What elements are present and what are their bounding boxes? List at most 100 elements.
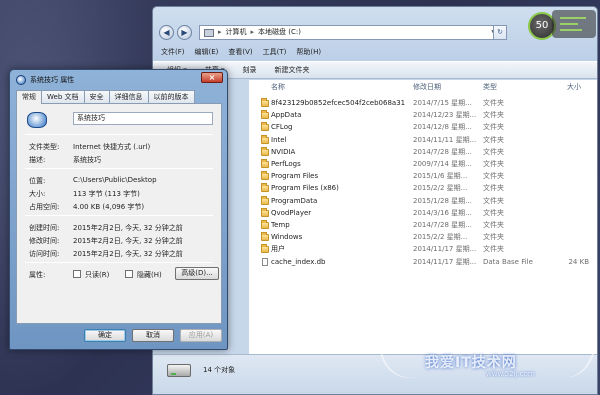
row-name: QvodPlayer (271, 208, 312, 217)
column-header-name[interactable]: 名称 (271, 82, 285, 94)
column-header-type[interactable]: 类型 (483, 82, 497, 94)
folder-row[interactable]: Intel 2014/11/11 星期... 文件夹 (249, 134, 597, 146)
folder-icon (261, 134, 269, 144)
row-name: NVIDIA (271, 147, 296, 156)
cancel-button[interactable]: 取消 (132, 329, 174, 342)
created-value: 2015年2月2日, 今天, 32 分钟之前 (73, 224, 183, 232)
folder-row[interactable]: NVIDIA 2014/7/28 星期... 文件夹 (249, 146, 597, 158)
folder-icon (261, 122, 269, 132)
size-on-disk-label: 占用空间: (29, 203, 60, 211)
row-date: 2014/11/11 星期... (413, 135, 477, 144)
internet-shortcut-icon (27, 112, 47, 128)
row-date: 2014/12/8 星期... (413, 123, 472, 132)
description-value: 系统技巧 (73, 156, 101, 164)
row-type: 文件夹 (483, 196, 504, 205)
file-type-value: Internet 快捷方式 (.url) (73, 143, 151, 151)
row-name: cache_index.db (271, 257, 326, 266)
close-button[interactable]: × (201, 72, 223, 83)
readonly-label[interactable]: 只读(R) (85, 270, 109, 280)
row-name: Intel (271, 135, 287, 144)
row-type: 文件夹 (483, 123, 504, 132)
folder-row[interactable]: PerfLogs 2009/7/14 星期... 文件夹 (249, 158, 597, 170)
refresh-button[interactable]: ↻ (493, 25, 507, 40)
accessed-value: 2015年2月2日, 今天, 32 分钟之前 (73, 250, 183, 258)
menu-view[interactable]: 查看(V) (228, 45, 252, 59)
tab-security[interactable]: 安全 (83, 90, 110, 103)
dialog-tabs: 常规 Web 文档 安全 详细信息 以前的版本 (16, 90, 195, 104)
row-name: Program Files (x86) (271, 184, 339, 193)
tab-web-document[interactable]: Web 文档 (41, 90, 85, 103)
row-type: 文件夹 (483, 135, 504, 144)
modified-value: 2015年2月2日, 今天, 32 分钟之前 (73, 237, 183, 245)
computer-icon (204, 28, 214, 37)
watermark-text: 我爱IT技术网 (425, 355, 517, 371)
row-date: 2015/2/2 星期... (413, 233, 468, 242)
menu-edit[interactable]: 编辑(E) (195, 45, 219, 59)
folder-row[interactable]: Windows 2015/2/2 星期... 文件夹 (249, 231, 597, 243)
menu-file[interactable]: 文件(F) (161, 45, 185, 59)
gauge-line-icon (560, 23, 578, 25)
row-type: 文件夹 (483, 208, 504, 217)
folder-row[interactable]: CFLog 2014/12/8 星期... 文件夹 (249, 121, 597, 133)
tab-previous-versions[interactable]: 以前的版本 (147, 90, 195, 103)
row-type: 文件夹 (483, 111, 504, 120)
row-type: 文件夹 (483, 160, 504, 168)
row-date: 2015/2/2 星期... (413, 184, 468, 193)
breadcrumb-drive[interactable]: 本地磁盘 (C:) (258, 26, 301, 39)
burn-button[interactable]: 刻录 (243, 65, 257, 75)
modified-label: 修改时间: (29, 237, 60, 245)
general-panel: 系统技巧 文件类型: Internet 快捷方式 (.url) 描述: 系统技巧… (16, 103, 222, 324)
apply-button[interactable]: 应用(A) (180, 329, 222, 342)
row-type: 文件夹 (483, 172, 504, 181)
forward-button[interactable]: ▶ (177, 25, 192, 40)
folder-row[interactable]: AppData 2014/12/23 星期... 文件夹 (249, 109, 597, 121)
breadcrumb-separator-icon: ▸ (218, 28, 222, 36)
tab-general[interactable]: 常规 (16, 90, 42, 104)
row-name: 用户 (271, 245, 285, 254)
description-label: 描述: (29, 156, 46, 164)
row-date: 2014/12/23 星期... (413, 111, 477, 120)
folder-row[interactable]: Temp 2014/7/28 星期... 文件夹 (249, 219, 597, 231)
folder-row[interactable]: Program Files (x86) 2015/2/2 星期... 文件夹 (249, 182, 597, 194)
file-row[interactable]: cache_index.db 2014/11/17 星期... Data Base … (249, 256, 597, 268)
divider (25, 215, 213, 216)
divider (25, 134, 213, 135)
folder-icon (261, 195, 269, 205)
gauge-line-icon (560, 17, 586, 19)
row-name: 8f423129b0852efcec504f2ceb068a31 (271, 99, 406, 107)
readonly-checkbox[interactable] (73, 270, 81, 278)
folder-icon (261, 171, 269, 181)
ok-button[interactable]: 确定 (84, 329, 126, 342)
row-type: 文件夹 (483, 99, 504, 107)
row-date: 2014/11/17 星期... (413, 245, 477, 254)
size-value: 113 字节 (113 字节) (73, 190, 140, 198)
breadcrumb-computer[interactable]: 计算机 (226, 26, 247, 39)
folder-row[interactable]: Program Files 2015/1/6 星期... 文件夹 (249, 170, 597, 182)
hidden-checkbox[interactable] (125, 270, 133, 278)
row-name: PerfLogs (271, 160, 301, 168)
tab-details[interactable]: 详细信息 (108, 90, 149, 103)
new-folder-button[interactable]: 新建文件夹 (275, 65, 310, 75)
row-date: 2014/7/28 星期... (413, 221, 472, 229)
file-name-field[interactable]: 系统技巧 (73, 112, 213, 125)
row-date: 2014/7/15 星期... (413, 99, 472, 107)
folder-row[interactable]: QvodPlayer 2014/3/16 星期... 文件夹 (249, 207, 597, 219)
folder-icon (261, 98, 269, 107)
hidden-label[interactable]: 隐藏(H) (137, 270, 162, 280)
menu-tools[interactable]: 工具(T) (263, 45, 287, 59)
location-label: 位置: (29, 177, 46, 185)
menu-help[interactable]: 帮助(H) (296, 45, 321, 59)
column-header-size[interactable]: 大小 (567, 82, 581, 94)
folder-row[interactable]: ProgramData 2015/1/28 星期... 文件夹 (249, 195, 597, 207)
folder-row[interactable]: 8f423129b0852efcec504f2ceb068a31 2014/7/1… (249, 97, 597, 109)
row-size: 24 KB (568, 257, 589, 266)
column-header-date[interactable]: 修改日期 (413, 82, 441, 94)
row-date: 2014/7/28 星期... (413, 147, 472, 156)
folder-row[interactable]: 用户 2014/11/17 星期... 文件夹 (249, 243, 597, 255)
size-on-disk-value: 4.00 KB (4,096 字节) (73, 203, 145, 211)
folder-icon (261, 207, 269, 217)
back-button[interactable]: ◀ (159, 25, 174, 40)
advanced-button[interactable]: 高级(D)... (175, 267, 219, 280)
address-bar[interactable]: ▸ 计算机 ▸ 本地磁盘 (C:) ▼ (199, 25, 499, 40)
row-name: ProgramData (271, 196, 318, 205)
